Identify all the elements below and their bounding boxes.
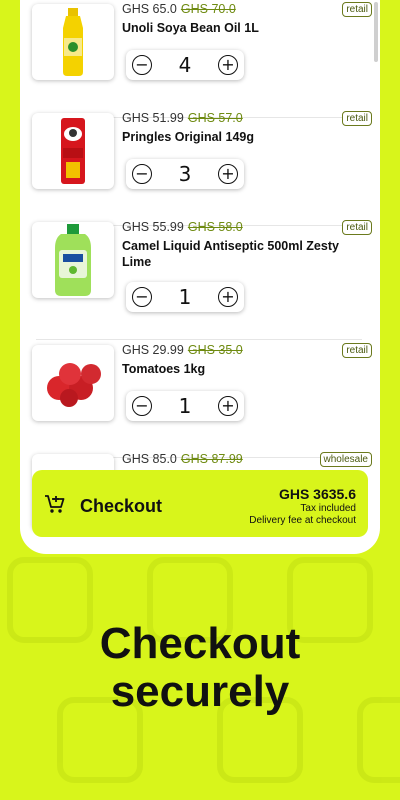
quantity-stepper[interactable]: − 3 +: [126, 159, 244, 189]
price-row: GHS 55.99 GHS 58.0: [122, 220, 243, 234]
quantity-stepper[interactable]: − 4 +: [126, 50, 244, 80]
tomatoes-icon: [47, 363, 101, 407]
retail-badge: retail: [342, 2, 372, 17]
price-row: GHS 65.0 GHS 70.0: [122, 2, 236, 16]
product-name: Tomatoes 1kg: [122, 362, 206, 376]
old-price: GHS 70.0: [180, 2, 236, 16]
retail-badge: retail: [342, 220, 372, 235]
pringles-can-icon: [61, 118, 85, 184]
old-price: GHS 87.99: [180, 452, 243, 466]
cart-total: GHS 3635.6: [278, 486, 356, 502]
product-image: [32, 345, 114, 421]
promo-headline: Checkout securely: [0, 620, 400, 716]
product-image: [32, 113, 114, 189]
checkout-button[interactable]: Checkout GHS 3635.6 Tax included Deliver…: [32, 470, 368, 537]
cart-add-icon: [45, 495, 65, 513]
increase-button[interactable]: +: [218, 287, 238, 307]
checkout-label: Checkout: [80, 496, 163, 516]
product-name: Pringles Original 149g: [122, 130, 254, 144]
price-row: GHS 51.99 GHS 57.0: [122, 111, 243, 125]
delivery-note: Delivery fee at checkout: [249, 515, 356, 526]
old-price: GHS 58.0: [187, 220, 243, 234]
headline-line-1: Checkout: [99, 619, 301, 668]
price: GHS 51.99: [122, 111, 184, 125]
oil-bottle-icon: [63, 8, 83, 76]
old-price: GHS 35.0: [187, 343, 243, 357]
product-image: [32, 4, 114, 80]
increase-button[interactable]: +: [218, 164, 238, 184]
tax-note: Tax included: [300, 503, 356, 514]
price-row: GHS 85.0 GHS 87.99: [122, 452, 243, 466]
retail-badge: retail: [342, 111, 372, 126]
old-price: GHS 57.0: [187, 111, 243, 125]
wholesale-badge: wholesale: [319, 452, 372, 467]
price: GHS 55.99: [122, 220, 184, 234]
headline-line-2: securely: [110, 667, 290, 716]
divider: [36, 339, 362, 340]
product-name: Camel Liquid Antiseptic 500ml Zesty Lime: [122, 239, 339, 269]
product-name: Unoli Soya Bean Oil 1L: [122, 21, 259, 35]
increase-button[interactable]: +: [218, 396, 238, 416]
retail-badge: retail: [342, 343, 372, 358]
cart-item[interactable]: GHS 65.0 GHS 70.0 retail Unoli Soya Bean …: [32, 0, 372, 118]
quantity-stepper[interactable]: − 1 +: [126, 282, 244, 312]
increase-button[interactable]: +: [218, 55, 238, 75]
antiseptic-bottle-icon: [55, 224, 91, 296]
scrollbar[interactable]: [374, 2, 378, 62]
product-image: [32, 222, 114, 298]
price: GHS 65.0: [122, 2, 177, 16]
cart-item[interactable]: GHS 29.99 GHS 35.0 retail Tomatoes 1kg − …: [32, 341, 372, 458]
price-row: GHS 29.99 GHS 35.0: [122, 343, 243, 357]
price: GHS 85.0: [122, 452, 177, 466]
price: GHS 29.99: [122, 343, 184, 357]
quantity-stepper[interactable]: − 1 +: [126, 391, 244, 421]
cart-item[interactable]: GHS 55.99 GHS 58.0 retail Camel Liquid An…: [32, 218, 372, 340]
cart-item[interactable]: GHS 51.99 GHS 57.0 retail Pringles Origin…: [32, 109, 372, 226]
